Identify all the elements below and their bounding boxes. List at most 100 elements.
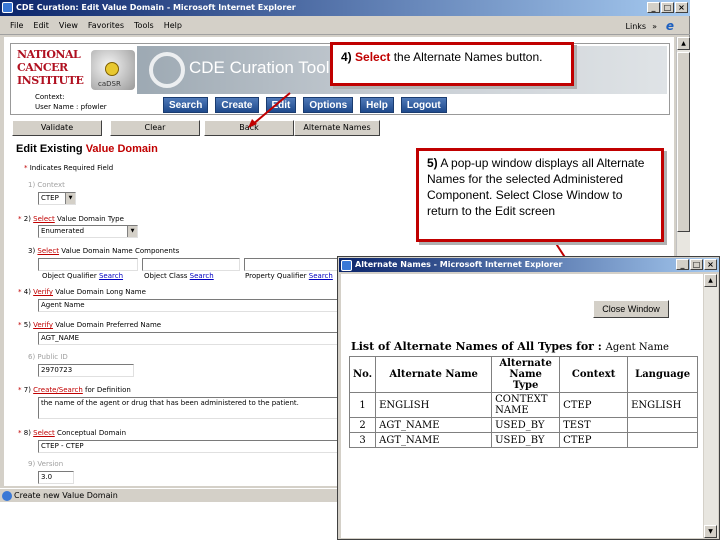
vd-type-label: * 2) Select Value Domain Type (18, 215, 124, 223)
column-header: Context (559, 356, 629, 393)
preferred-name-input[interactable]: AGT_NAME (38, 332, 338, 345)
form-toolbar: Validate Clear Back Alternate Names (12, 120, 672, 136)
menu-edit[interactable]: Edit (33, 21, 49, 30)
popup-close-icon[interactable]: × (704, 259, 717, 270)
window-title: CDE Curation: Edit Value Domain - Micros… (16, 3, 296, 12)
table-cell: AGT_NAME (375, 432, 493, 448)
scroll-thumb[interactable] (677, 52, 690, 232)
table-cell: 2 (348, 417, 377, 433)
table-cell: USED_BY (491, 417, 561, 433)
chevron-right-icon[interactable]: » (652, 22, 657, 31)
user-context: Context: User Name : pfowler (35, 92, 107, 112)
status-text: Create new Value Domain (14, 491, 118, 500)
table-cell: AGT_NAME (375, 417, 493, 433)
scroll-up-icon[interactable]: ▲ (704, 274, 717, 287)
callout-step-5: 5) A pop-up window displays all Alternat… (416, 148, 664, 242)
context-label: Context: (35, 93, 65, 101)
popup-maximize-button[interactable]: □ (690, 259, 703, 270)
nav-search-button[interactable]: Search (163, 97, 209, 113)
nav-create-button[interactable]: Create (215, 97, 259, 113)
definition-create-search-link[interactable]: Create/Search (33, 386, 83, 394)
nav-options-button[interactable]: Options (303, 97, 354, 113)
table-cell: CTEP (559, 392, 629, 418)
table-cell: USED_BY (491, 432, 561, 448)
alternate-names-popup: Alternate Names - Microsoft Internet Exp… (337, 256, 720, 540)
property-qualifier-search-link[interactable]: Search (309, 272, 333, 280)
column-header: Language (627, 356, 699, 393)
context-field-label: 1) Context (28, 181, 65, 189)
minimize-button[interactable]: _ (647, 2, 660, 13)
menu-view[interactable]: View (59, 21, 78, 30)
table-cell: 3 (348, 432, 377, 448)
table-cell (627, 432, 699, 448)
links-label[interactable]: Links (626, 22, 647, 31)
menu-favorites[interactable]: Favorites (88, 21, 124, 30)
object-class-input[interactable] (142, 258, 240, 271)
cadsr-seal-icon (105, 62, 119, 76)
property-qualifier-input[interactable] (244, 258, 340, 271)
popup-minimize-button[interactable]: _ (676, 259, 689, 270)
ie-window-icon (2, 2, 13, 13)
definition-textarea[interactable]: the name of the agent or drug that has b… (38, 397, 338, 419)
ie-window-icon (341, 260, 352, 271)
conceptual-domain-field[interactable]: CTEP - CTEP (38, 440, 338, 453)
vd-type-select[interactable]: Enumerated ▼ (38, 225, 138, 238)
object-class-label: Object Class Search (144, 272, 214, 280)
scroll-down-icon[interactable]: ▼ (704, 525, 717, 538)
menu-file[interactable]: File (10, 21, 23, 30)
chevron-down-icon: ▼ (65, 193, 75, 204)
object-qualifier-label: Object Qualifier Search (42, 272, 124, 280)
links-bar: Links » e (626, 17, 677, 35)
preferred-name-label: * 5) Verify Value Domain Preferred Name (18, 321, 162, 329)
scroll-up-icon[interactable]: ▲ (677, 37, 690, 50)
page-status-icon (2, 491, 12, 501)
column-header: Alternate Name (375, 356, 493, 393)
table-cell (627, 417, 699, 433)
required-star-icon: * (24, 164, 28, 172)
version-label: 9) Version (28, 460, 64, 468)
alternate-names-button[interactable]: Alternate Names (294, 120, 380, 136)
menu-bar: File Edit View Favorites Tools Help (0, 17, 690, 35)
close-window-icon[interactable]: × (675, 2, 688, 13)
conceptual-domain-select-link[interactable]: Select (33, 429, 55, 437)
long-name-verify-link[interactable]: Verify (33, 288, 53, 296)
chevron-down-icon: ▼ (127, 226, 137, 237)
back-button[interactable]: Back (204, 120, 294, 136)
nci-logo: NATIONAL CANCER INSTITUTE (17, 48, 84, 87)
window-titlebar: CDE Curation: Edit Value Domain - Micros… (0, 0, 690, 16)
definition-label: * 7) Create/Search for Definition (18, 386, 131, 394)
column-header: Alternate Name Type (491, 356, 561, 393)
nav-help-button[interactable]: Help (360, 97, 394, 113)
clear-button[interactable]: Clear (110, 120, 200, 136)
conceptual-domain-label: * 8) Select Conceptual Domain (18, 429, 126, 437)
property-qualifier-label: Property Qualifier Search (245, 272, 333, 280)
name-components-select-link[interactable]: Select (37, 247, 59, 255)
context-select[interactable]: CTEP ▼ (38, 192, 76, 205)
validate-button[interactable]: Validate (12, 120, 102, 136)
maximize-button[interactable]: □ (661, 2, 674, 13)
app-title: CDE Curation Tool (189, 58, 330, 77)
table-cell: CTEP (559, 432, 629, 448)
banner-swoosh-icon (149, 52, 185, 88)
table-cell: ENGLISH (627, 392, 699, 418)
nav-logout-button[interactable]: Logout (400, 97, 447, 113)
column-header: No. (348, 356, 377, 393)
menu-help[interactable]: Help (164, 21, 182, 30)
required-note: * Indicates Required Field (24, 164, 114, 172)
callout-step-4: 4) Select the Alternate Names button. (330, 42, 574, 86)
user-name: User Name : pfowler (35, 103, 107, 111)
version-input[interactable]: 3.0 (38, 471, 74, 484)
object-class-search-link[interactable]: Search (190, 272, 214, 280)
object-qualifier-search-link[interactable]: Search (99, 272, 123, 280)
object-qualifier-input[interactable] (38, 258, 138, 271)
preferred-name-verify-link[interactable]: Verify (33, 321, 53, 329)
close-window-button[interactable]: Close Window (593, 300, 669, 318)
popup-scrollbar[interactable]: ▲ ▼ (704, 274, 718, 538)
screenshot: CDE Curation: Edit Value Domain - Micros… (0, 0, 720, 540)
long-name-input[interactable]: Agent Name (38, 299, 338, 312)
menu-tools[interactable]: Tools (134, 21, 154, 30)
nav-edit-button[interactable]: Edit (265, 97, 297, 113)
table-header-row: No. Alternate Name Alternate Name Type C… (348, 356, 699, 393)
vd-type-select-link[interactable]: Select (33, 215, 55, 223)
public-id-field: 2970723 (38, 364, 134, 377)
